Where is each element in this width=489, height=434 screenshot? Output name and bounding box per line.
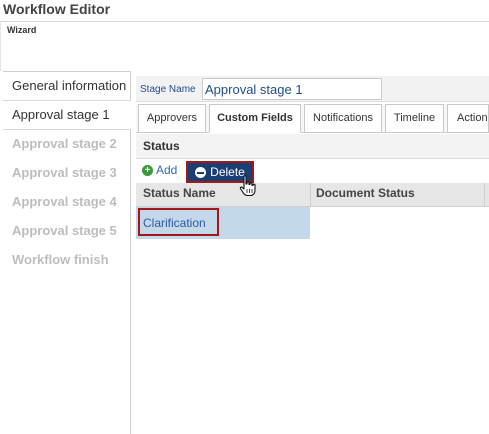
hand-pointer-icon [239, 175, 256, 197]
column-status-name[interactable]: Status Name [143, 186, 216, 200]
add-button-label: Add [156, 163, 178, 177]
stage-name-label: Stage Name [140, 84, 196, 95]
step-approval-stage-5: Approval stage 5 [12, 223, 117, 238]
minus-circle-icon [195, 166, 207, 178]
plus-circle-icon: + [142, 164, 153, 176]
step-workflow-finish: Workflow finish [12, 252, 109, 267]
step-approval-stage-4: Approval stage 4 [12, 194, 117, 209]
status-title: Status [143, 139, 180, 153]
column-document-status[interactable]: Document Status [316, 186, 415, 200]
add-button[interactable]: + Add [142, 163, 177, 177]
app-title: Workflow Editor [3, 1, 111, 17]
step-approval-stage-2: Approval stage 2 [12, 136, 117, 151]
status-section-header [136, 134, 489, 159]
steps-panel: General information Approval stage 1 App… [3, 71, 131, 434]
tab-timeline[interactable]: Timeline [385, 104, 444, 133]
step-approval-stage-1[interactable]: Approval stage 1 [3, 101, 131, 130]
step-general-information[interactable]: General information [3, 72, 131, 101]
tab-actions[interactable]: Actions [447, 104, 489, 133]
step-approval-stage-3: Approval stage 3 [12, 165, 117, 180]
status-name-cell[interactable]: Clarification [143, 216, 206, 230]
wizard-label: Wizard [7, 25, 37, 35]
tab-approvers[interactable]: Approvers [138, 104, 206, 133]
stage-name-input[interactable] [202, 78, 382, 100]
column-divider [310, 183, 311, 207]
tab-notifications[interactable]: Notifications [304, 104, 382, 133]
tab-custom-fields[interactable]: Custom Fields [209, 104, 301, 133]
column-divider [484, 183, 485, 207]
wizard-area [0, 21, 489, 71]
